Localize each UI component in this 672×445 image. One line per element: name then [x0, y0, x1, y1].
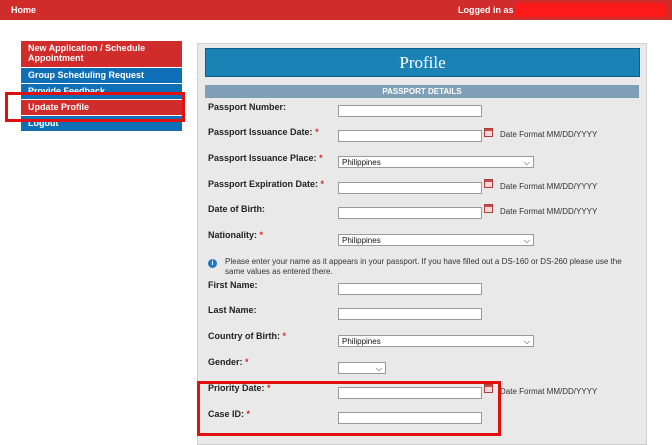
country-of-birth-select[interactable]: Philippines ⌵ — [338, 335, 534, 347]
calendar-icon[interactable] — [484, 204, 493, 213]
first-name-label: First Name: — [208, 280, 258, 290]
date-of-birth-input[interactable] — [338, 207, 482, 219]
last-name-label: Last Name: — [208, 305, 257, 315]
nationality-label: Nationality: * — [208, 230, 264, 240]
date-format-hint: Date Format MM/DD/YYYY — [500, 207, 598, 216]
date-of-birth-label: Date of Birth: — [208, 204, 265, 214]
nationality-select[interactable]: Philippines ⌵ — [338, 234, 534, 246]
info-icon: i — [208, 259, 217, 268]
sidebar-item-group-scheduling[interactable]: Group Scheduling Request — [21, 68, 182, 84]
calendar-icon[interactable] — [484, 179, 493, 188]
issuance-date-label: Passport Issuance Date: * — [208, 127, 319, 137]
passport-number-input[interactable] — [338, 105, 482, 117]
issuance-place-label: Passport Issuance Place: * — [208, 153, 323, 163]
gender-label: Gender: * — [208, 357, 249, 367]
issuance-date-input[interactable] — [338, 130, 482, 142]
logged-in-label: Logged in as — [458, 5, 514, 15]
redacted-username — [515, 3, 665, 17]
last-name-input[interactable] — [338, 308, 482, 320]
expiration-date-input[interactable] — [338, 182, 482, 194]
info-text: Please enter your name as it appears in … — [225, 257, 622, 276]
first-name-input[interactable] — [338, 283, 482, 295]
top-bar: Home Logged in as — [0, 0, 672, 20]
date-format-hint: Date Format MM/DD/YYYY — [500, 387, 598, 396]
update-profile-highlight — [5, 92, 185, 122]
priority-case-highlight — [197, 381, 501, 436]
chevron-down-icon: ⌵ — [375, 364, 382, 373]
home-link[interactable]: Home — [11, 5, 36, 15]
section-header: PASSPORT DETAILS — [205, 85, 639, 98]
chevron-down-icon: ⌵ — [523, 158, 530, 167]
page-title: Profile — [205, 48, 640, 77]
calendar-icon[interactable] — [484, 128, 493, 137]
expiration-date-label: Passport Expiration Date: * — [208, 179, 325, 189]
date-format-hint: Date Format MM/DD/YYYY — [500, 130, 598, 139]
gender-select[interactable]: ⌵ — [338, 362, 386, 374]
issuance-place-select[interactable]: Philippines ⌵ — [338, 156, 534, 168]
passport-number-label: Passport Number: — [208, 102, 287, 112]
chevron-down-icon: ⌵ — [523, 337, 530, 346]
chevron-down-icon: ⌵ — [523, 236, 530, 245]
sidebar-item-new-application[interactable]: New Application / Schedule Appointment — [21, 41, 182, 68]
country-of-birth-label: Country of Birth: * — [208, 331, 287, 341]
profile-panel: Profile PASSPORT DETAILS Passport Number… — [197, 43, 647, 445]
date-format-hint: Date Format MM/DD/YYYY — [500, 182, 598, 191]
